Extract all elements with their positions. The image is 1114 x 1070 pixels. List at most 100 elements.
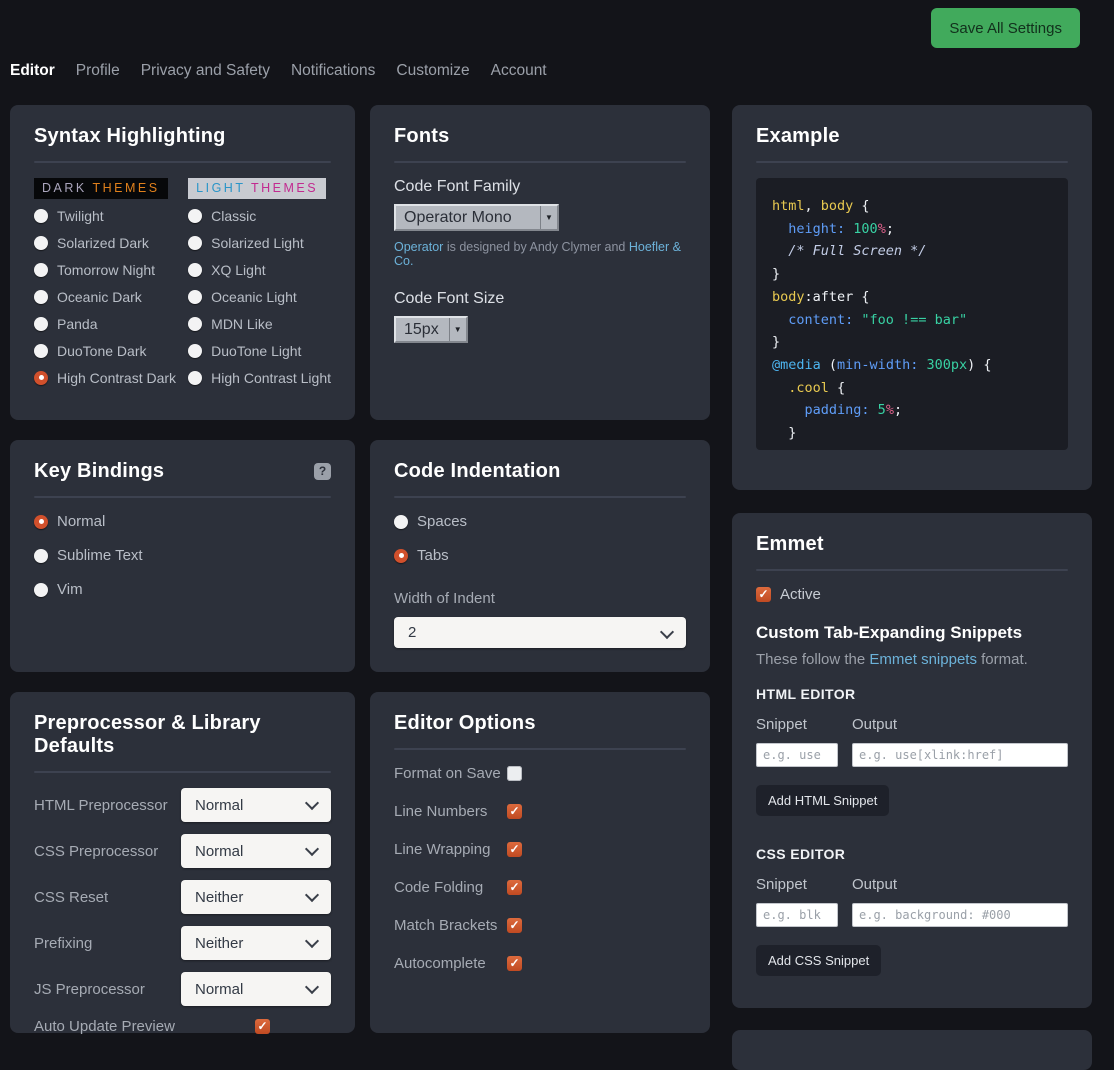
indentation-option[interactable]: Spaces (394, 513, 686, 530)
code-line: padding: 5%; (772, 399, 1052, 422)
code-line: /* Full Screen */ (772, 240, 1052, 263)
key-binding-option[interactable]: Normal (34, 513, 331, 530)
prefixing-select[interactable]: Neither (181, 926, 331, 960)
light-theme-option[interactable]: Oceanic Light (188, 289, 331, 304)
tab-editor[interactable]: Editor (10, 62, 55, 80)
save-all-settings-button[interactable]: Save All Settings (931, 8, 1080, 48)
indentation-option[interactable]: Tabs (394, 547, 686, 564)
light-theme-option[interactable]: DuoTone Light (188, 343, 331, 358)
html-output-input[interactable] (852, 743, 1068, 767)
active-checkbox[interactable] (756, 587, 771, 602)
code-folding-checkbox[interactable] (507, 880, 522, 895)
light-theme-option[interactable]: Solarized Light (188, 235, 331, 250)
radio-icon[interactable] (34, 583, 48, 597)
code-token: :after { (805, 289, 870, 305)
preprocessor-row: PrefixingNeither (34, 926, 331, 960)
dark-theme-option[interactable]: Twilight (34, 208, 188, 223)
match-brackets-checkbox[interactable] (507, 918, 522, 933)
dark-theme-option[interactable]: DuoTone Dark (34, 343, 188, 358)
format-on-save-checkbox[interactable] (507, 766, 522, 781)
emmet-description-link[interactable]: Emmet snippets (869, 651, 977, 668)
autocomplete-checkbox[interactable] (507, 956, 522, 971)
divider (34, 496, 331, 498)
line-wrapping-checkbox[interactable] (507, 842, 522, 857)
radio-icon[interactable] (34, 317, 48, 331)
code-token: } (772, 425, 796, 441)
tab-account[interactable]: Account (491, 62, 547, 80)
code-line: body:after { (772, 286, 1052, 309)
key-binding-option[interactable]: Sublime Text (34, 547, 331, 564)
css-snippet-input[interactable] (756, 903, 838, 927)
tab-customize[interactable]: Customize (396, 62, 469, 80)
radio-icon[interactable] (188, 236, 202, 250)
emmet-description-text: format. (977, 651, 1028, 668)
radio-icon[interactable] (34, 290, 48, 304)
radio-icon[interactable] (188, 371, 202, 385)
divider (756, 569, 1068, 571)
dark-theme-option[interactable]: Tomorrow Night (34, 262, 188, 277)
css-reset-select[interactable]: Neither (181, 880, 331, 914)
tab-notifications[interactable]: Notifications (291, 62, 375, 80)
dark-theme-option[interactable]: Oceanic Dark (34, 289, 188, 304)
fonts-title: Fonts (394, 125, 686, 148)
code-font-family-select[interactable]: Operator Mono ▼ (394, 204, 559, 231)
light-theme-option[interactable]: MDN Like (188, 316, 331, 331)
select-value: Normal (195, 981, 243, 998)
emmet-description: These follow the Emmet snippets format. (756, 651, 1068, 668)
radio-icon[interactable] (394, 515, 408, 529)
code-token: height: (788, 221, 853, 237)
radio-icon[interactable] (394, 549, 408, 563)
html-preprocessor-select[interactable]: Normal (181, 788, 331, 822)
js-preprocessor-select[interactable]: Normal (181, 972, 331, 1006)
code-token: 100 (853, 221, 877, 237)
radio-icon[interactable] (188, 290, 202, 304)
code-token: .cool (788, 380, 829, 396)
help-icon[interactable]: ? (314, 463, 331, 480)
radio-icon[interactable] (188, 209, 202, 223)
code-font-size-value: 15px (396, 318, 449, 341)
preprocessor-row: HTML PreprocessorNormal (34, 788, 331, 822)
code-font-size-select[interactable]: 15px ▼ (394, 316, 468, 343)
badge-word: DARK (42, 181, 87, 195)
code-token: { (829, 380, 845, 396)
tab-profile[interactable]: Profile (76, 62, 120, 80)
radio-icon[interactable] (34, 209, 48, 223)
font-note-link[interactable]: Operator (394, 240, 443, 254)
code-line: content: "foo !== bar" (772, 309, 1052, 332)
css-preprocessor-select[interactable]: Normal (181, 834, 331, 868)
radio-icon[interactable] (188, 317, 202, 331)
add-html-snippet-button[interactable]: Add HTML Snippet (756, 785, 889, 816)
auto-update-preview-checkbox[interactable] (255, 1019, 270, 1034)
html-editor-heading: HTML EDITOR (756, 686, 1068, 702)
preprocessor-row: JS PreprocessorNormal (34, 972, 331, 1006)
radio-icon[interactable] (34, 236, 48, 250)
emmet-card: Emmet Active Custom Tab-Expanding Snippe… (732, 513, 1092, 1008)
radio-icon[interactable] (34, 515, 48, 529)
code-line: } (772, 422, 1052, 445)
width-of-indent-select[interactable]: 2 (394, 617, 686, 648)
dark-theme-option[interactable]: High Contrast Dark (34, 370, 188, 385)
tab-privacy-and-safety[interactable]: Privacy and Safety (141, 62, 270, 80)
radio-icon[interactable] (34, 344, 48, 358)
radio-icon[interactable] (34, 549, 48, 563)
html-snippet-input[interactable] (756, 743, 838, 767)
css-output-input[interactable] (852, 903, 1068, 927)
dark-theme-option[interactable]: Solarized Dark (34, 235, 188, 250)
radio-icon[interactable] (34, 263, 48, 277)
dark-theme-option-label: Solarized Dark (57, 235, 149, 251)
radio-icon[interactable] (34, 371, 48, 385)
code-token (772, 402, 805, 418)
light-theme-option[interactable]: XQ Light (188, 262, 331, 277)
key-binding-option[interactable]: Vim (34, 581, 331, 598)
code-token: @media (772, 357, 821, 373)
emmet-active-row[interactable]: Active (756, 586, 1068, 603)
radio-icon[interactable] (188, 344, 202, 358)
dark-theme-option[interactable]: Panda (34, 316, 188, 331)
radio-icon[interactable] (188, 263, 202, 277)
add-css-snippet-button[interactable]: Add CSS Snippet (756, 945, 881, 976)
light-theme-option-label: XQ Light (211, 262, 265, 278)
light-theme-option[interactable]: Classic (188, 208, 331, 223)
line-numbers-checkbox[interactable] (507, 804, 522, 819)
light-theme-option[interactable]: High Contrast Light (188, 370, 331, 385)
key-binding-option-label: Sublime Text (57, 547, 143, 564)
